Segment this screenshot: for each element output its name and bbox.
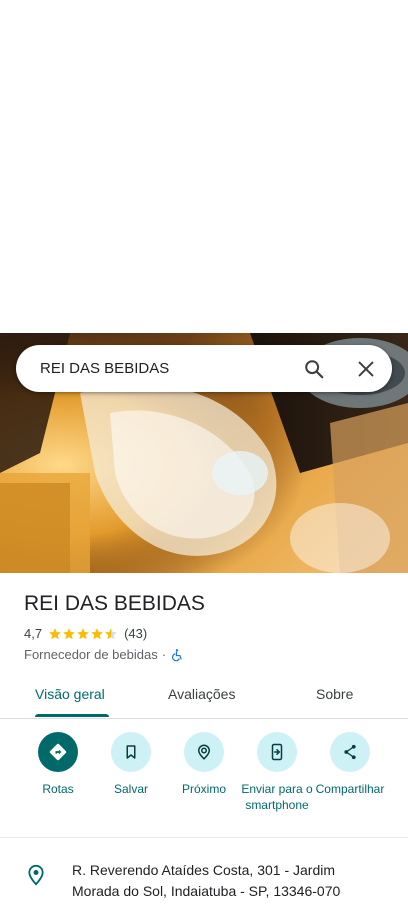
share-icon <box>344 744 356 760</box>
search-bar[interactable]: REI DAS BEBIDAS <box>16 345 392 392</box>
bookmark-icon <box>126 745 136 759</box>
tab-reviews[interactable]: Avaliações <box>168 686 235 702</box>
search-icon[interactable] <box>303 358 325 380</box>
place-title: REI DAS BEBIDAS <box>24 592 205 615</box>
close-icon[interactable] <box>355 358 377 380</box>
star-icon <box>49 627 61 639</box>
map-blank-area <box>0 0 408 333</box>
tab-overview[interactable]: Visão geral <box>35 686 105 702</box>
nearby-button[interactable]: Próximo <box>167 732 241 797</box>
nearby-icon <box>197 744 211 760</box>
star-rating <box>48 627 118 641</box>
address-text[interactable]: R. Reverendo Ataídes Costa, 301 - Jardim… <box>72 860 382 902</box>
nearby-label: Próximo <box>181 782 226 796</box>
directions-label: Rotas <box>42 782 74 796</box>
directions-button[interactable]: Rotas <box>21 732 95 797</box>
send-to-phone-button[interactable]: Enviar para o smartphone <box>240 732 314 813</box>
active-tab-indicator <box>35 714 109 717</box>
save-button-circle[interactable] <box>111 732 151 772</box>
save-label: Salvar <box>113 782 148 796</box>
directions-button-circle[interactable] <box>38 732 78 772</box>
directions-icon <box>49 743 67 761</box>
star-icon <box>77 627 89 639</box>
place-category: Fornecedor de bebidas <box>24 647 158 662</box>
send-to-phone-label: Enviar para o smartphone <box>241 782 313 812</box>
share-button[interactable]: Compartilhar <box>313 732 387 797</box>
star-icon <box>63 627 75 639</box>
save-button[interactable]: Salvar <box>94 732 168 797</box>
section-divider <box>0 837 408 838</box>
review-count[interactable]: (43) <box>124 626 147 641</box>
share-button-circle[interactable] <box>330 732 370 772</box>
location-pin-icon <box>28 864 44 886</box>
star-icon <box>105 627 117 639</box>
separator-dot: · <box>161 647 167 662</box>
category-row: Fornecedor de bebidas · <box>24 647 184 662</box>
send-to-phone-button-circle[interactable] <box>257 732 297 772</box>
tab-bar: Visão geral Avaliações Sobre <box>0 672 408 719</box>
rating-row[interactable]: 4,7 (43) <box>24 626 147 641</box>
share-label: Compartilhar <box>315 782 385 796</box>
rating-value: 4,7 <box>24 626 43 641</box>
star-icon <box>91 627 103 639</box>
search-query[interactable]: REI DAS BEBIDAS <box>40 360 169 377</box>
nearby-button-circle[interactable] <box>184 732 224 772</box>
tab-about[interactable]: Sobre <box>316 686 353 702</box>
send-to-phone-icon <box>271 743 283 761</box>
wheelchair-accessible-icon <box>172 648 182 661</box>
